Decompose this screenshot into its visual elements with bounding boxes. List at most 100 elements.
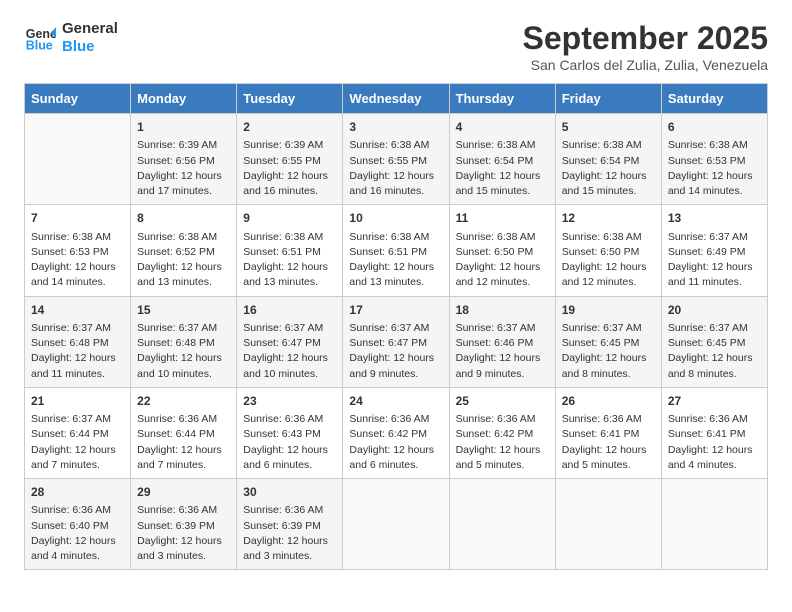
day-info-line: Sunset: 6:42 PM <box>349 428 427 440</box>
day-number: 16 <box>243 302 336 319</box>
day-info-line: and 4 minutes. <box>31 550 100 562</box>
header-friday: Friday <box>555 84 661 114</box>
day-info-line: Sunset: 6:39 PM <box>137 520 215 532</box>
calendar-header-row: SundayMondayTuesdayWednesdayThursdayFrid… <box>25 84 768 114</box>
day-number: 27 <box>668 393 761 410</box>
day-number: 10 <box>349 210 442 227</box>
day-info-line: Sunrise: 6:37 AM <box>31 322 111 334</box>
header-thursday: Thursday <box>449 84 555 114</box>
day-info-line: Sunrise: 6:36 AM <box>562 413 642 425</box>
day-info-line: and 12 minutes. <box>562 276 637 288</box>
header-monday: Monday <box>131 84 237 114</box>
day-number: 30 <box>243 484 336 501</box>
day-info-line: Sunset: 6:41 PM <box>668 428 746 440</box>
day-info-line: Daylight: 12 hours <box>562 261 647 273</box>
day-number: 18 <box>456 302 549 319</box>
day-info-line: Sunrise: 6:38 AM <box>243 231 323 243</box>
day-info-line: Sunrise: 6:39 AM <box>137 139 217 151</box>
day-info-line: Sunrise: 6:38 AM <box>562 231 642 243</box>
day-number: 26 <box>562 393 655 410</box>
day-info-line: Sunrise: 6:38 AM <box>31 231 111 243</box>
day-info-line: Daylight: 12 hours <box>243 170 328 182</box>
day-info-line: Daylight: 12 hours <box>243 444 328 456</box>
day-cell: 4Sunrise: 6:38 AMSunset: 6:54 PMDaylight… <box>449 114 555 205</box>
day-info-line: Daylight: 12 hours <box>31 261 116 273</box>
day-number: 12 <box>562 210 655 227</box>
day-info-line: Sunset: 6:42 PM <box>456 428 534 440</box>
day-info-line: Sunset: 6:45 PM <box>562 337 640 349</box>
day-info-line: and 7 minutes. <box>31 459 100 471</box>
day-info-line: Daylight: 12 hours <box>31 444 116 456</box>
day-info-line: and 15 minutes. <box>456 185 531 197</box>
day-number: 11 <box>456 210 549 227</box>
day-info-line: Sunset: 6:54 PM <box>456 155 534 167</box>
day-info-line: Daylight: 12 hours <box>243 261 328 273</box>
day-info-line: and 12 minutes. <box>456 276 531 288</box>
day-cell: 27Sunrise: 6:36 AMSunset: 6:41 PMDayligh… <box>661 387 767 478</box>
day-info-line: Sunrise: 6:38 AM <box>456 139 536 151</box>
day-cell: 7 Sunrise: 6:38 AM Sunset: 6:53 PM Daylight… <box>25 205 131 296</box>
header-saturday: Saturday <box>661 84 767 114</box>
day-info-line: Sunset: 6:53 PM <box>668 155 746 167</box>
day-info-line: Sunrise: 6:38 AM <box>349 139 429 151</box>
header-sunday: Sunday <box>25 84 131 114</box>
day-info-line: Sunset: 6:48 PM <box>31 337 109 349</box>
day-cell: 29Sunrise: 6:36 AMSunset: 6:39 PMDayligh… <box>131 479 237 570</box>
day-number: 21 <box>31 393 124 410</box>
day-info-line: Sunset: 6:52 PM <box>137 246 215 258</box>
day-cell: 18Sunrise: 6:37 AMSunset: 6:46 PMDayligh… <box>449 296 555 387</box>
day-number: 23 <box>243 393 336 410</box>
day-number: 15 <box>137 302 230 319</box>
header-tuesday: Tuesday <box>237 84 343 114</box>
day-cell: 6Sunrise: 6:38 AMSunset: 6:53 PMDaylight… <box>661 114 767 205</box>
day-number: 22 <box>137 393 230 410</box>
day-info-line: Sunset: 6:53 PM <box>31 246 109 258</box>
week-row-3: 14 Sunrise: 6:37 AM Sunset: 6:48 PM Dayligh… <box>25 296 768 387</box>
day-info-line: Daylight: 12 hours <box>456 352 541 364</box>
day-info-line: Daylight: 12 hours <box>137 444 222 456</box>
day-info-line: Sunrise: 6:38 AM <box>137 231 217 243</box>
day-info-line: and 8 minutes. <box>668 368 737 380</box>
day-cell: 19Sunrise: 6:37 AMSunset: 6:45 PMDayligh… <box>555 296 661 387</box>
logo-general: General <box>62 20 118 38</box>
day-cell <box>25 114 131 205</box>
day-cell: 17Sunrise: 6:37 AMSunset: 6:47 PMDayligh… <box>343 296 449 387</box>
day-cell: 13Sunrise: 6:37 AMSunset: 6:49 PMDayligh… <box>661 205 767 296</box>
day-info-line: and 3 minutes. <box>243 550 312 562</box>
logo: General Blue General Blue <box>24 20 118 56</box>
week-row-2: 7 Sunrise: 6:38 AM Sunset: 6:53 PM Daylight… <box>25 205 768 296</box>
day-info-line: Daylight: 12 hours <box>668 352 753 364</box>
header-wednesday: Wednesday <box>343 84 449 114</box>
day-number: 14 <box>31 302 124 319</box>
day-cell: 22Sunrise: 6:36 AMSunset: 6:44 PMDayligh… <box>131 387 237 478</box>
day-info-line: Sunrise: 6:36 AM <box>243 504 323 516</box>
day-info-line: and 7 minutes. <box>137 459 206 471</box>
day-info-line: Daylight: 12 hours <box>243 535 328 547</box>
day-info-line: Sunset: 6:51 PM <box>243 246 321 258</box>
day-info-line: Sunrise: 6:38 AM <box>349 231 429 243</box>
day-info-line: Sunset: 6:45 PM <box>668 337 746 349</box>
day-info-line: Sunset: 6:44 PM <box>137 428 215 440</box>
day-cell: 15Sunrise: 6:37 AMSunset: 6:48 PMDayligh… <box>131 296 237 387</box>
day-number: 19 <box>562 302 655 319</box>
day-info-line: Sunrise: 6:36 AM <box>668 413 748 425</box>
day-info-line: Sunrise: 6:37 AM <box>668 231 748 243</box>
day-info-line: Sunset: 6:55 PM <box>243 155 321 167</box>
day-info-line: Sunrise: 6:38 AM <box>562 139 642 151</box>
day-cell: 14Sunrise: 6:37 AMSunset: 6:48 PMDayligh… <box>25 296 131 387</box>
day-info-line: Sunrise: 6:38 AM <box>456 231 536 243</box>
day-info-line: Sunset: 6:41 PM <box>562 428 640 440</box>
day-number: 9 <box>243 210 336 227</box>
day-info-line: and 13 minutes. <box>243 276 318 288</box>
day-info-line: Daylight: 12 hours <box>562 352 647 364</box>
day-cell: 26Sunrise: 6:36 AMSunset: 6:41 PMDayligh… <box>555 387 661 478</box>
svg-text:Blue: Blue <box>26 39 53 53</box>
day-info-line: Daylight: 12 hours <box>456 261 541 273</box>
day-info-line: and 13 minutes. <box>349 276 424 288</box>
day-info-line: and 10 minutes. <box>137 368 212 380</box>
day-number: 13 <box>668 210 761 227</box>
day-info-line: Sunset: 6:40 PM <box>31 520 109 532</box>
day-number: 7 <box>31 210 124 227</box>
day-info-line: and 6 minutes. <box>243 459 312 471</box>
day-number: 29 <box>137 484 230 501</box>
